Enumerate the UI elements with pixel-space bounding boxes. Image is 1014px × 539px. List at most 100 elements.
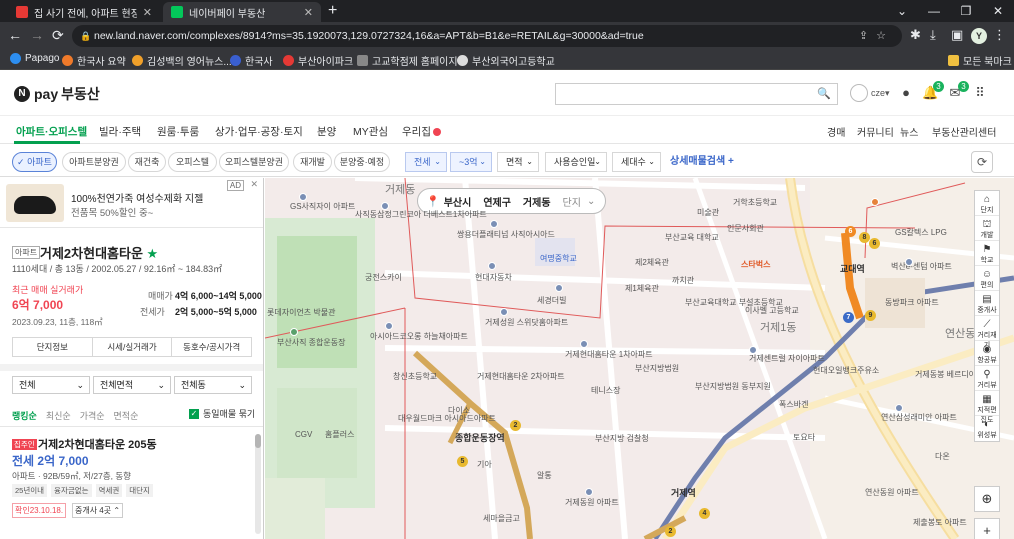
close-window-icon[interactable]: ✕ xyxy=(982,0,1014,22)
download-icon[interactable]: ⤓ xyxy=(930,27,936,43)
tab-complex-info[interactable]: 단지정보 xyxy=(13,338,93,356)
search-icon[interactable]: 🔍 xyxy=(817,87,831,100)
apartment-pin-icon[interactable] xyxy=(490,220,498,228)
chip-apartment-presale[interactable]: 아파트분양권 xyxy=(62,152,126,172)
apartment-pin-icon[interactable] xyxy=(500,308,508,316)
nav-community[interactable]: 커뮤니티 xyxy=(857,124,894,139)
apartment-pin-icon[interactable] xyxy=(488,262,496,270)
apartment-pin-icon[interactable] xyxy=(385,322,393,330)
apartment-pin-icon[interactable] xyxy=(299,193,307,201)
detail-search-link[interactable]: 상세매물검색 + xyxy=(670,152,734,167)
listing-type-select[interactable]: 전체 ⌄ xyxy=(12,376,90,394)
tool-development[interactable]: ⛫ 개발 xyxy=(975,216,999,241)
panel-scrollbar[interactable] xyxy=(255,434,261,534)
sort-price[interactable]: 가격순 xyxy=(80,409,105,422)
approval-date-dropdown[interactable]: 사용승인일 ⌄ xyxy=(545,152,607,172)
apartment-pin-icon[interactable] xyxy=(895,404,903,412)
url-field[interactable]: 🔒 new.land.naver.com/complexes/8914?ms=3… xyxy=(72,25,902,47)
new-tab-icon[interactable]: + xyxy=(328,2,337,20)
households-dropdown[interactable]: 세대수 ⌄ xyxy=(612,152,661,172)
nav-commercial[interactable]: 상가·업무·공장·토지 xyxy=(215,124,303,139)
chat-icon[interactable]: ● xyxy=(898,85,914,101)
apartment-pin-icon[interactable] xyxy=(580,340,588,348)
listing-area-select[interactable]: 전체면적 ⌄ xyxy=(93,376,171,394)
close-tab-icon[interactable]: ✕ xyxy=(143,6,152,19)
close-ad-icon[interactable]: ✕ xyxy=(250,179,258,190)
tool-measure[interactable]: ⟋ 거리재기 xyxy=(975,316,999,349)
chip-officetel[interactable]: 오피스텔 xyxy=(168,152,217,172)
chip-apartment[interactable]: ✓ 아파트 xyxy=(12,152,57,172)
tool-convenience[interactable]: ☺ 편의 xyxy=(975,266,999,291)
minimize-icon[interactable]: — xyxy=(918,0,950,22)
nav-oneroom[interactable]: 원룸·투룸 xyxy=(157,124,199,139)
tab-search-icon[interactable]: ⌄ xyxy=(886,0,918,22)
park-pin-icon[interactable] xyxy=(290,328,298,336)
browser-tab-2[interactable]: 네이버페이 부동산 ✕ xyxy=(163,2,321,22)
favorite-star-icon[interactable]: ★ xyxy=(147,246,159,261)
bookmark-star-icon[interactable]: ⇪☆ xyxy=(859,25,894,47)
bookmark-item[interactable]: 고교학점제 홈페이지 xyxy=(357,53,458,68)
tab-unit-price[interactable]: 동호수/공시가격 xyxy=(172,338,251,356)
ad-banner[interactable]: 100%천연가죽 여성수제화 지젤 전품목 50%할인 중~ AD ✕ xyxy=(0,178,263,228)
nav-villa[interactable]: 빌라·주택 xyxy=(99,124,141,139)
bookmark-item[interactable]: 부산외국어고등학교 xyxy=(457,53,555,68)
apps-grid-icon[interactable]: ⠿ xyxy=(972,85,988,101)
close-tab-icon[interactable]: ✕ xyxy=(304,6,313,19)
apartment-pin-icon[interactable] xyxy=(381,202,389,210)
group-same-listing-checkbox[interactable]: ✓ 동일매물 묶기 xyxy=(189,407,255,420)
nav-news[interactable]: 뉴스 xyxy=(900,124,918,139)
bookmark-item[interactable]: 김성백의 영어뉴스... xyxy=(132,53,232,68)
apartment-pin-icon[interactable] xyxy=(905,258,913,266)
area-dropdown[interactable]: 면적 ⌄ xyxy=(497,152,539,172)
chip-officetel-presale[interactable]: 오피스텔분양권 xyxy=(219,152,289,172)
forward-icon[interactable]: → xyxy=(30,27,44,43)
region-complex[interactable]: 단지 xyxy=(563,194,581,209)
apartment-pin-icon[interactable] xyxy=(555,284,563,292)
zoom-in-icon[interactable]: + xyxy=(974,518,1000,539)
apartment-pin-icon[interactable] xyxy=(585,488,593,496)
profile-avatar[interactable]: Y xyxy=(971,28,987,44)
nav-my-interest[interactable]: MY관심 xyxy=(353,124,388,139)
tool-street[interactable]: ⚲ 거리뷰 xyxy=(975,366,999,391)
current-location-icon[interactable]: ⊕ xyxy=(974,486,1000,512)
map-view[interactable]: 📍 부산시 연제구 거제동 단지 ⌄ GS사직자이 아파트 사직동삼정그린코아 … xyxy=(265,178,1014,539)
menu-kebab-icon[interactable]: ⋮ xyxy=(993,27,1006,43)
tool-satellite[interactable]: ◐ 위성뷰 xyxy=(975,416,999,441)
tool-school[interactable]: ⚑ 학교 xyxy=(975,241,999,266)
extensions-icon[interactable]: ✱ xyxy=(910,27,921,43)
tool-aerial[interactable]: ◉ 항공뷰 xyxy=(975,341,999,366)
sort-area[interactable]: 면적순 xyxy=(114,409,139,422)
chip-redevelopment[interactable]: 재개발 xyxy=(293,152,332,172)
sort-ranking[interactable]: 랭킹순 xyxy=(12,409,37,422)
tool-cadastral[interactable]: ▦ 지적편집도 xyxy=(975,391,999,424)
tab-price-history[interactable]: 시세/실거래가 xyxy=(93,338,173,356)
sidepanel-icon[interactable]: ▣ xyxy=(951,27,963,43)
nav-my-home[interactable]: 우리집 xyxy=(402,124,441,139)
tool-agent[interactable]: ▤ 중개사 xyxy=(975,291,999,316)
back-icon[interactable]: ← xyxy=(8,27,22,43)
region-dong[interactable]: 거제동 xyxy=(523,194,551,209)
apartment-pin-icon[interactable] xyxy=(749,346,757,354)
user-menu[interactable]: cze ▾ xyxy=(850,84,890,102)
site-search-input[interactable]: 🔍 xyxy=(555,83,838,105)
sort-latest[interactable]: 최신순 xyxy=(46,409,71,422)
refresh-icon[interactable]: ⟳ xyxy=(971,151,993,173)
site-logo[interactable]: N pay 부동산 xyxy=(14,84,100,104)
nav-presale[interactable]: 분양 xyxy=(317,124,336,139)
chip-reconstruction[interactable]: 재건축 xyxy=(128,152,166,172)
mail-icon[interactable]: ✉ 3 xyxy=(947,81,969,101)
notification-bell-icon[interactable]: 🔔 3 xyxy=(922,81,944,101)
bookmark-item[interactable]: 한국사 요약 xyxy=(62,53,126,68)
nav-auction[interactable]: 경매 xyxy=(827,124,845,139)
restore-icon[interactable]: ❐ xyxy=(950,0,982,22)
poi-pin-icon[interactable] xyxy=(871,198,879,206)
nav-apartment[interactable]: 아파트·오피스텔 xyxy=(16,124,87,139)
browser-tab-1[interactable]: 집 사기 전에, 아파트 현장 방문 ✕ xyxy=(8,2,160,22)
nav-agent-center[interactable]: 부동산관리센터 xyxy=(932,124,996,139)
tool-complex[interactable]: ⌂ 단지 xyxy=(975,191,999,216)
deal-type-dropdown[interactable]: 전세 ⌄ xyxy=(405,152,447,172)
bookmark-item[interactable]: 한국사 xyxy=(230,53,273,68)
price-dropdown[interactable]: ~3억 ⌄ xyxy=(450,152,492,172)
bookmark-item[interactable]: Papago xyxy=(10,53,59,64)
chip-presale-upcoming[interactable]: 분양중·예정 xyxy=(334,152,390,172)
